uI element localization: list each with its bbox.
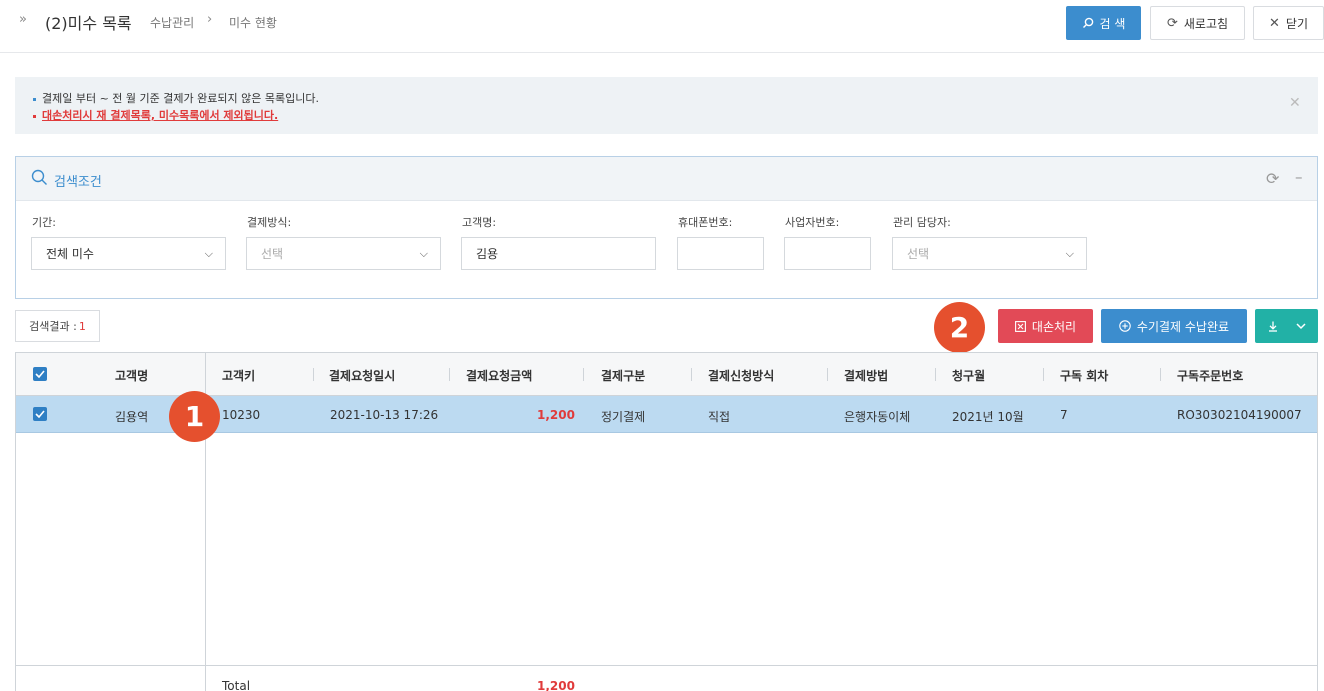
payment-method-select[interactable]: 선택 ⌵ [246, 237, 441, 270]
notice-close-icon[interactable]: ✕ [1289, 95, 1301, 111]
download-button[interactable] [1255, 309, 1318, 343]
manager-select[interactable]: 선택 ⌵ [892, 237, 1087, 270]
column-header[interactable]: 고객키 [222, 367, 255, 384]
cell-request-datetime: 2021-10-13 17:26 [330, 408, 439, 422]
customer-name-label: 고객명: [462, 216, 497, 229]
phone-input[interactable] [677, 237, 764, 270]
select-all-checkbox[interactable] [33, 367, 47, 381]
notice-box: 결제일 부터 ~ 전 월 기준 결제가 완료되지 않은 목록입니다. 대손처리시… [15, 77, 1318, 134]
checkmark-icon [35, 410, 45, 418]
step-badge: 2 [934, 302, 985, 353]
cell-payment-type: 정기결제 [601, 410, 646, 424]
business-number-label: 사업자번호: [785, 216, 840, 229]
customer-name-input[interactable]: 김용 [461, 237, 656, 270]
reset-icon[interactable]: ⟳ [1266, 169, 1279, 188]
result-count-label: 검색결과 : [29, 320, 77, 333]
download-icon [1268, 321, 1277, 332]
footer-total-label: Total [222, 679, 251, 691]
payment-method-placeholder: 선택 [261, 247, 284, 261]
column-header[interactable]: 결제방법 [844, 367, 888, 384]
payment-method-label: 결제방식: [247, 216, 292, 229]
search-icon [1082, 17, 1093, 28]
collapse-icon[interactable]: – [1295, 168, 1303, 186]
result-count: 검색결과 :1 [15, 310, 100, 342]
close-button[interactable]: ✕ 닫기 [1253, 6, 1324, 40]
customer-name-value: 김용 [476, 247, 499, 261]
breadcrumb-item: 미수 현황 [229, 16, 277, 30]
close-button-label: 닫기 [1285, 16, 1308, 31]
column-header[interactable]: 구독 회차 [1060, 367, 1108, 384]
column-header[interactable]: 결제신청방식 [708, 367, 774, 384]
chevron-right-icon: › [207, 12, 213, 27]
breadcrumb-item[interactable]: 수납관리 [150, 14, 194, 31]
column-header[interactable]: 구독주문번호 [1177, 367, 1243, 384]
refresh-icon: ⟳ [1166, 15, 1178, 31]
cell-subscription-round: 7 [1060, 408, 1068, 422]
refresh-button-label: 새로고침 [1183, 16, 1229, 31]
page-title: (2)미수 목록 [45, 14, 132, 33]
column-header[interactable]: 결제구분 [601, 367, 645, 384]
cell-billing-month: 2021년 10월 [952, 410, 1024, 424]
bad-debt-button-label: 대손처리 [1031, 319, 1077, 334]
manager-label: 관리 담당자: [893, 216, 951, 229]
search-panel-header: 검색조건 ⟳ – [16, 157, 1317, 201]
cell-order-number: RO30302104190007 [1177, 408, 1302, 422]
checkmark-icon [35, 370, 45, 378]
search-button[interactable]: 검 색 [1066, 6, 1141, 40]
manager-placeholder: 선택 [907, 247, 930, 261]
manual-payment-button[interactable]: 수기결제 수납완료 [1101, 309, 1247, 343]
cell-customer-key: 10230 [222, 408, 261, 422]
plus-circle-icon [1119, 320, 1131, 332]
chevron-down-icon: ⌵ [1065, 247, 1074, 260]
double-chevron-icon[interactable]: » [19, 12, 27, 27]
cell-payment-method: 은행자동이체 [844, 410, 911, 424]
chevron-down-icon: ⌵ [204, 247, 213, 260]
column-header[interactable]: 고객명 [115, 367, 148, 384]
column-header[interactable]: 결제요청일시 [329, 367, 395, 384]
chevron-down-icon: ⌵ [419, 247, 428, 260]
page-header: » (2)미수 목록 수납관리 › 미수 현황 검 색 ⟳ 새로고침 ✕ 닫기 [0, 0, 1324, 53]
bad-debt-button[interactable]: 대손처리 [998, 309, 1093, 343]
search-panel-title: 검색조건 [54, 175, 102, 190]
period-label: 기간: [32, 216, 56, 229]
chevron-down-icon [1295, 322, 1306, 329]
footer-total-amount: 1,200 [537, 679, 575, 691]
cell-application-method: 직접 [708, 410, 731, 424]
notice-text: 결제일 부터 ~ 전 월 기준 결제가 완료되지 않은 목록입니다. [42, 92, 319, 105]
search-condition-panel: 검색조건 ⟳ – 기간: 전체 미수 ⌵ 결제방식: 선택 ⌵ 고객명: 김용 … [15, 156, 1318, 299]
business-number-input[interactable] [784, 237, 871, 270]
search-button-label: 검 색 [1099, 16, 1126, 31]
manual-payment-button-label: 수기결제 수납완료 [1136, 319, 1230, 334]
step-badge: 1 [169, 391, 220, 442]
search-icon [31, 169, 47, 185]
close-square-icon [1014, 320, 1026, 332]
refresh-button[interactable]: ⟳ 새로고침 [1150, 6, 1245, 40]
notice-warning-text: 대손처리시 재 결제목록, 미수목록에서 제외됩니다. [42, 109, 279, 122]
row-checkbox[interactable] [33, 407, 47, 421]
column-header[interactable]: 청구월 [952, 367, 985, 384]
close-icon: ✕ [1269, 15, 1280, 31]
period-select[interactable]: 전체 미수 ⌵ [31, 237, 226, 270]
result-count-value: 1 [78, 319, 86, 333]
cell-customer-name: 김용역 [115, 410, 149, 424]
column-header[interactable]: 결제요청금액 [466, 367, 532, 384]
grid-header: 고객명 고객키 결제요청일시 결제요청금액 결제구분 결제신청방식 결제방법 청… [16, 353, 1317, 396]
phone-label: 휴대폰번호: [678, 216, 733, 229]
cell-request-amount: 1,200 [537, 408, 575, 422]
period-select-value: 전체 미수 [46, 247, 94, 261]
